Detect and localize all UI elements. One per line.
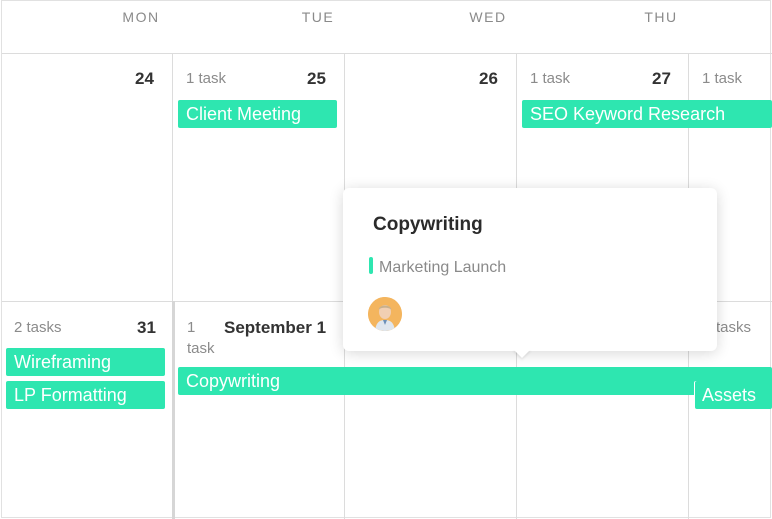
- event-lp-formatting[interactable]: LP Formatting: [6, 381, 165, 409]
- day-number[interactable]: 31: [137, 318, 156, 338]
- weekday-mon: MON: [122, 9, 160, 25]
- task-count: 1 task: [702, 70, 743, 87]
- task-count: 2 tasks: [14, 319, 62, 336]
- popup-project[interactable]: Marketing Launch: [379, 259, 506, 277]
- day-number[interactable]: 24: [135, 69, 154, 89]
- day-number[interactable]: September 1: [224, 318, 326, 338]
- popup-title: Copywriting: [373, 214, 483, 235]
- weekday-thu: THU: [644, 9, 678, 25]
- task-count: 1 task: [186, 70, 227, 87]
- event-wireframing[interactable]: Wireframing: [6, 348, 165, 376]
- header-divider: [2, 53, 772, 54]
- popup-pointer: [513, 349, 531, 358]
- day-number[interactable]: 27: [652, 69, 671, 89]
- event-assets[interactable]: Assets: [695, 381, 772, 409]
- weekday-wed: WED: [469, 9, 507, 25]
- day-number[interactable]: 26: [479, 69, 498, 89]
- event-seo-keyword-research[interactable]: SEO Keyword Research: [522, 100, 772, 128]
- task-count-label: task: [187, 340, 215, 357]
- month-divider: [172, 301, 175, 519]
- weekday-tue: TUE: [301, 9, 335, 25]
- user-avatar[interactable]: [368, 297, 402, 331]
- col-divider: [172, 53, 173, 302]
- event-client-meeting[interactable]: Client Meeting: [178, 100, 337, 128]
- day-number[interactable]: 25: [307, 69, 326, 89]
- person-icon: [368, 297, 402, 331]
- event-popup: Copywriting Marketing Launch: [343, 188, 717, 351]
- task-count: tasks: [716, 319, 752, 336]
- project-color-bar: [369, 257, 373, 274]
- event-copywriting[interactable]: Copywriting: [178, 367, 772, 395]
- task-count: 1 task: [530, 70, 571, 87]
- task-count-number: 1: [187, 319, 196, 336]
